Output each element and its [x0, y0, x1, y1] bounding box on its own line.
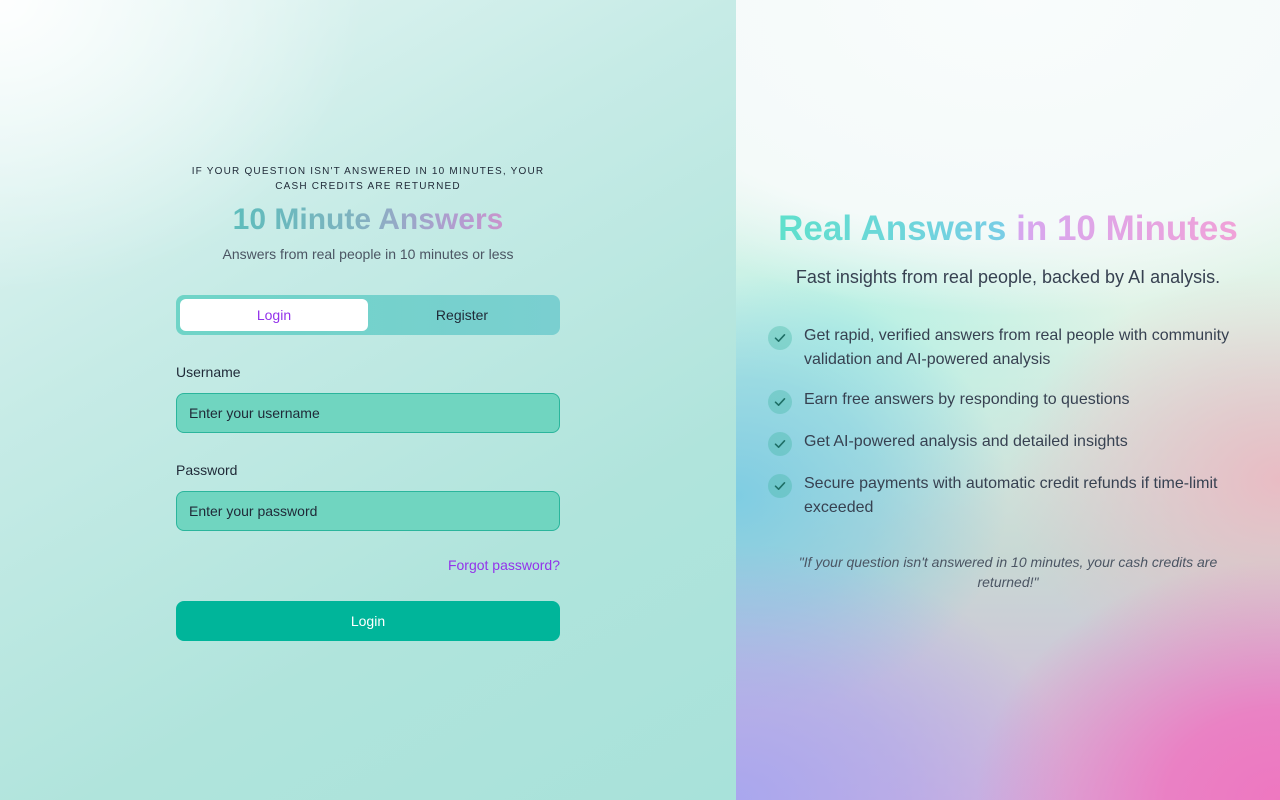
forgot-row: Forgot password?: [176, 557, 560, 575]
username-label: Username: [176, 364, 241, 380]
feature-text: Secure payments with automatic credit re…: [804, 475, 1218, 516]
feature-text: Get rapid, verified answers from real pe…: [804, 327, 1230, 368]
auth-tabs: Login Register: [176, 295, 560, 335]
hero-title-part1: Real Answers: [778, 209, 1007, 248]
marketing-panel: Real Answers in 10 Minutes Fast insights…: [736, 0, 1280, 800]
feature-item: Get AI-powered analysis and detailed ins…: [768, 430, 1248, 456]
brand-title: 10 Minute Answers: [176, 202, 560, 238]
check-icon: [768, 326, 792, 350]
auth-form: IF YOUR QUESTION ISN'T ANSWERED IN 10 MI…: [176, 164, 560, 641]
check-icon: [768, 432, 792, 456]
feature-text: Earn free answers by responding to quest…: [804, 391, 1130, 408]
feature-item: Get rapid, verified answers from real pe…: [768, 324, 1248, 372]
brand-subtitle: Answers from real people in 10 minutes o…: [222, 246, 514, 262]
hero-subtitle: Fast insights from real people, backed b…: [795, 267, 1221, 287]
login-button[interactable]: Login: [176, 601, 560, 641]
password-label: Password: [176, 462, 238, 478]
feature-list: Get rapid, verified answers from real pe…: [768, 324, 1248, 536]
tab-register[interactable]: Register: [368, 299, 556, 331]
check-icon: [768, 474, 792, 498]
check-icon: [768, 390, 792, 414]
feature-text: Get AI-powered analysis and detailed ins…: [804, 433, 1128, 450]
feature-item: Secure payments with automatic credit re…: [768, 472, 1248, 520]
hero-title-part2: in 10 Minutes: [1016, 209, 1238, 248]
password-field[interactable]: [176, 491, 560, 531]
refund-quote: "If your question isn't answered in 10 m…: [798, 554, 1218, 590]
feature-item: Earn free answers by responding to quest…: [768, 388, 1248, 414]
forgot-password-link[interactable]: Forgot password?: [448, 557, 560, 573]
refund-tagline: IF YOUR QUESTION ISN'T ANSWERED IN 10 MI…: [191, 166, 545, 192]
auth-panel: IF YOUR QUESTION ISN'T ANSWERED IN 10 MI…: [0, 0, 736, 800]
hero-title: Real Answers in 10 Minutes: [736, 207, 1280, 251]
tab-login[interactable]: Login: [180, 299, 368, 331]
username-field[interactable]: [176, 393, 560, 433]
